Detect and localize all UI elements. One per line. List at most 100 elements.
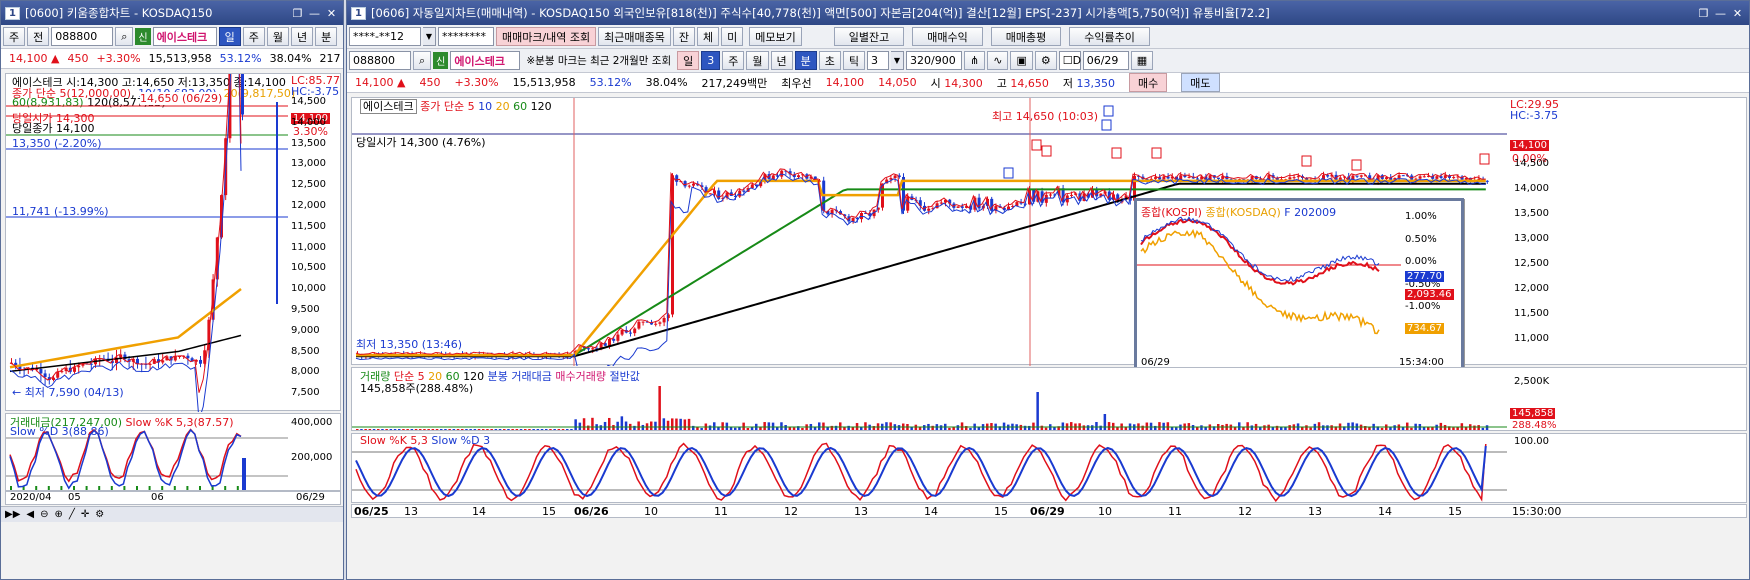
close-icon[interactable]: ✕: [1730, 6, 1745, 21]
kosdaq-line: [1140, 228, 1380, 335]
bar-count-input[interactable]: 320/900: [906, 51, 962, 70]
date-input[interactable]: 06/29: [1082, 51, 1129, 70]
volume-bar: [444, 429, 447, 430]
volume-bar: [1070, 422, 1073, 430]
restore-icon[interactable]: ❐: [290, 6, 305, 21]
left-volume-chart[interactable]: 거래대금(217,247,00) Slow %K 5,3(87.57) Slow…: [5, 413, 341, 491]
left-period-day[interactable]: 일: [218, 27, 241, 46]
volume-bar: [1191, 425, 1195, 430]
date-check[interactable]: ☐ D: [1058, 51, 1081, 70]
restore-icon[interactable]: ❐: [1696, 6, 1711, 21]
candle-body: [199, 359, 202, 364]
calendar-icon[interactable]: ▦: [1130, 51, 1154, 70]
period-minute[interactable]: 분: [794, 51, 817, 70]
volume-bar: [1082, 425, 1086, 430]
trade-mark-query-button[interactable]: 매매마크/내역 조회: [496, 27, 597, 46]
chevron-down-icon[interactable]: ▼: [891, 51, 904, 70]
left-code-input[interactable]: 088800: [51, 27, 114, 46]
right-volume-chart[interactable]: 거래량 단순 5 20 60 120 분봉 거래대금 매수거래량 절반값 145…: [351, 367, 1747, 431]
period-week[interactable]: 주: [722, 51, 745, 70]
period-month[interactable]: 월: [746, 51, 769, 70]
prev-icon[interactable]: ◀: [26, 509, 34, 520]
save-icon[interactable]: ▣: [1010, 51, 1033, 70]
buy-button[interactable]: 매수: [1129, 73, 1168, 92]
left-titlebar[interactable]: 1 [0600] 키움종합차트 - KOSDAQ150 ❐ — ✕: [1, 1, 343, 25]
left-period-minute[interactable]: 분: [315, 27, 338, 46]
right-vol-axis: 2,500K: [1514, 376, 1550, 387]
period-year[interactable]: 년: [770, 51, 793, 70]
cross-icon[interactable]: ✛: [81, 509, 89, 520]
trade-review-button[interactable]: 매매총평: [990, 27, 1062, 46]
axis-tick-label: 8,500: [291, 345, 320, 357]
settings-icon[interactable]: ⚙: [1034, 51, 1057, 70]
candle-body: [939, 202, 943, 204]
time-tick-label: 13: [404, 505, 418, 518]
zoom-in-icon[interactable]: ⊕: [54, 509, 62, 520]
password-input[interactable]: ********: [438, 27, 494, 46]
tick-count-input[interactable]: 3: [867, 51, 889, 70]
unexecuted-button[interactable]: 미: [721, 27, 744, 46]
left-period-year[interactable]: 년: [291, 27, 314, 46]
period-day[interactable]: 일: [677, 51, 700, 70]
executed-button[interactable]: 체: [697, 27, 720, 46]
indicator-icon[interactable]: ⋔: [964, 51, 986, 70]
memo-button[interactable]: 메모보기: [749, 27, 802, 46]
trade-profit-button[interactable]: 매매수익: [912, 27, 983, 46]
time-tick-label: 06/26: [574, 505, 609, 518]
volume-bar: [801, 427, 804, 430]
axis-tick-label: 13,500: [291, 137, 326, 149]
left-period-week[interactable]: 주: [242, 27, 265, 46]
volume-bar: [1149, 422, 1153, 430]
settings-icon[interactable]: ⚙: [95, 509, 104, 520]
day-count[interactable]: 3: [701, 51, 721, 70]
axis-tick-label: 9,500: [291, 304, 320, 315]
candle-body: [1418, 176, 1422, 179]
sell-button[interactable]: 매도: [1181, 73, 1220, 92]
left-price-chart[interactable]: 에이스테크 시:14,300 고:14,650 저:13,350 종:14,10…: [5, 73, 341, 412]
play-icon[interactable]: ▶▶: [5, 509, 20, 520]
account-select[interactable]: ****-**12: [349, 27, 421, 46]
right-titlebar[interactable]: 1 [0606] 자동일지차트(매매내역) - KOSDAQ150 외국인보유[…: [347, 1, 1749, 25]
period-tick[interactable]: 틱: [842, 51, 865, 70]
candle-body: [56, 372, 60, 378]
index-inset[interactable]: 종합(KOSPI) 종합(KOSDAQ) F 202009 1.00% 0.50%…: [1134, 198, 1464, 374]
search-icon[interactable]: ⌕: [115, 27, 134, 46]
left-range-select[interactable]: 전: [27, 27, 50, 46]
balance-button[interactable]: 잔: [672, 27, 696, 46]
minimize-icon[interactable]: —: [1713, 6, 1728, 21]
candle-body: [960, 206, 964, 208]
right-price-chart[interactable]: 에이스테크 종가 단순 5 10 20 60 120 최고 14,650 (10…: [351, 97, 1747, 374]
line-tool-icon[interactable]: ∿: [987, 51, 1009, 70]
left-credit-badge: 신: [135, 28, 151, 45]
period-second[interactable]: 초: [818, 51, 841, 70]
volume-bar: [1204, 427, 1207, 430]
candle-body: [893, 175, 897, 179]
volume-bar: [1452, 427, 1455, 430]
minimize-icon[interactable]: —: [307, 6, 322, 21]
draw-line-icon[interactable]: ╱: [69, 509, 75, 520]
right-stoch-chart[interactable]: Slow %K 5,3 Slow %D 3 100.00: [351, 433, 1747, 503]
volume-bar: [461, 429, 464, 430]
volume-bar: [746, 427, 750, 430]
volume-bar: [1322, 425, 1325, 430]
volume-bar: [1439, 422, 1443, 430]
volume-bar: [1275, 425, 1279, 430]
volume-bar: [650, 421, 653, 430]
daily-balance-button[interactable]: 일별잔고: [833, 27, 905, 46]
right-code-input[interactable]: 088800: [349, 51, 411, 70]
left-type-select[interactable]: 주: [3, 27, 26, 46]
volume-bar: [599, 425, 603, 430]
left-period-month[interactable]: 월: [266, 27, 289, 46]
volume-bar: [1351, 422, 1354, 430]
close-icon[interactable]: ✕: [324, 6, 339, 21]
volume-bar: [587, 425, 590, 430]
volume-bar: [771, 422, 775, 430]
return-trend-button[interactable]: 수익률추이: [1069, 27, 1150, 46]
search-icon[interactable]: ⌕: [413, 51, 432, 70]
zoom-out-icon[interactable]: ⊖: [40, 509, 48, 520]
volume-bar: [918, 427, 922, 430]
chevron-down-icon[interactable]: ▼: [423, 27, 436, 46]
right-chart-window: 1 [0606] 자동일지차트(매매내역) - KOSDAQ150 외국인보유[…: [346, 0, 1750, 580]
recent-trade-button[interactable]: 최근매매종목: [598, 27, 671, 46]
volume-bar: [511, 429, 514, 430]
